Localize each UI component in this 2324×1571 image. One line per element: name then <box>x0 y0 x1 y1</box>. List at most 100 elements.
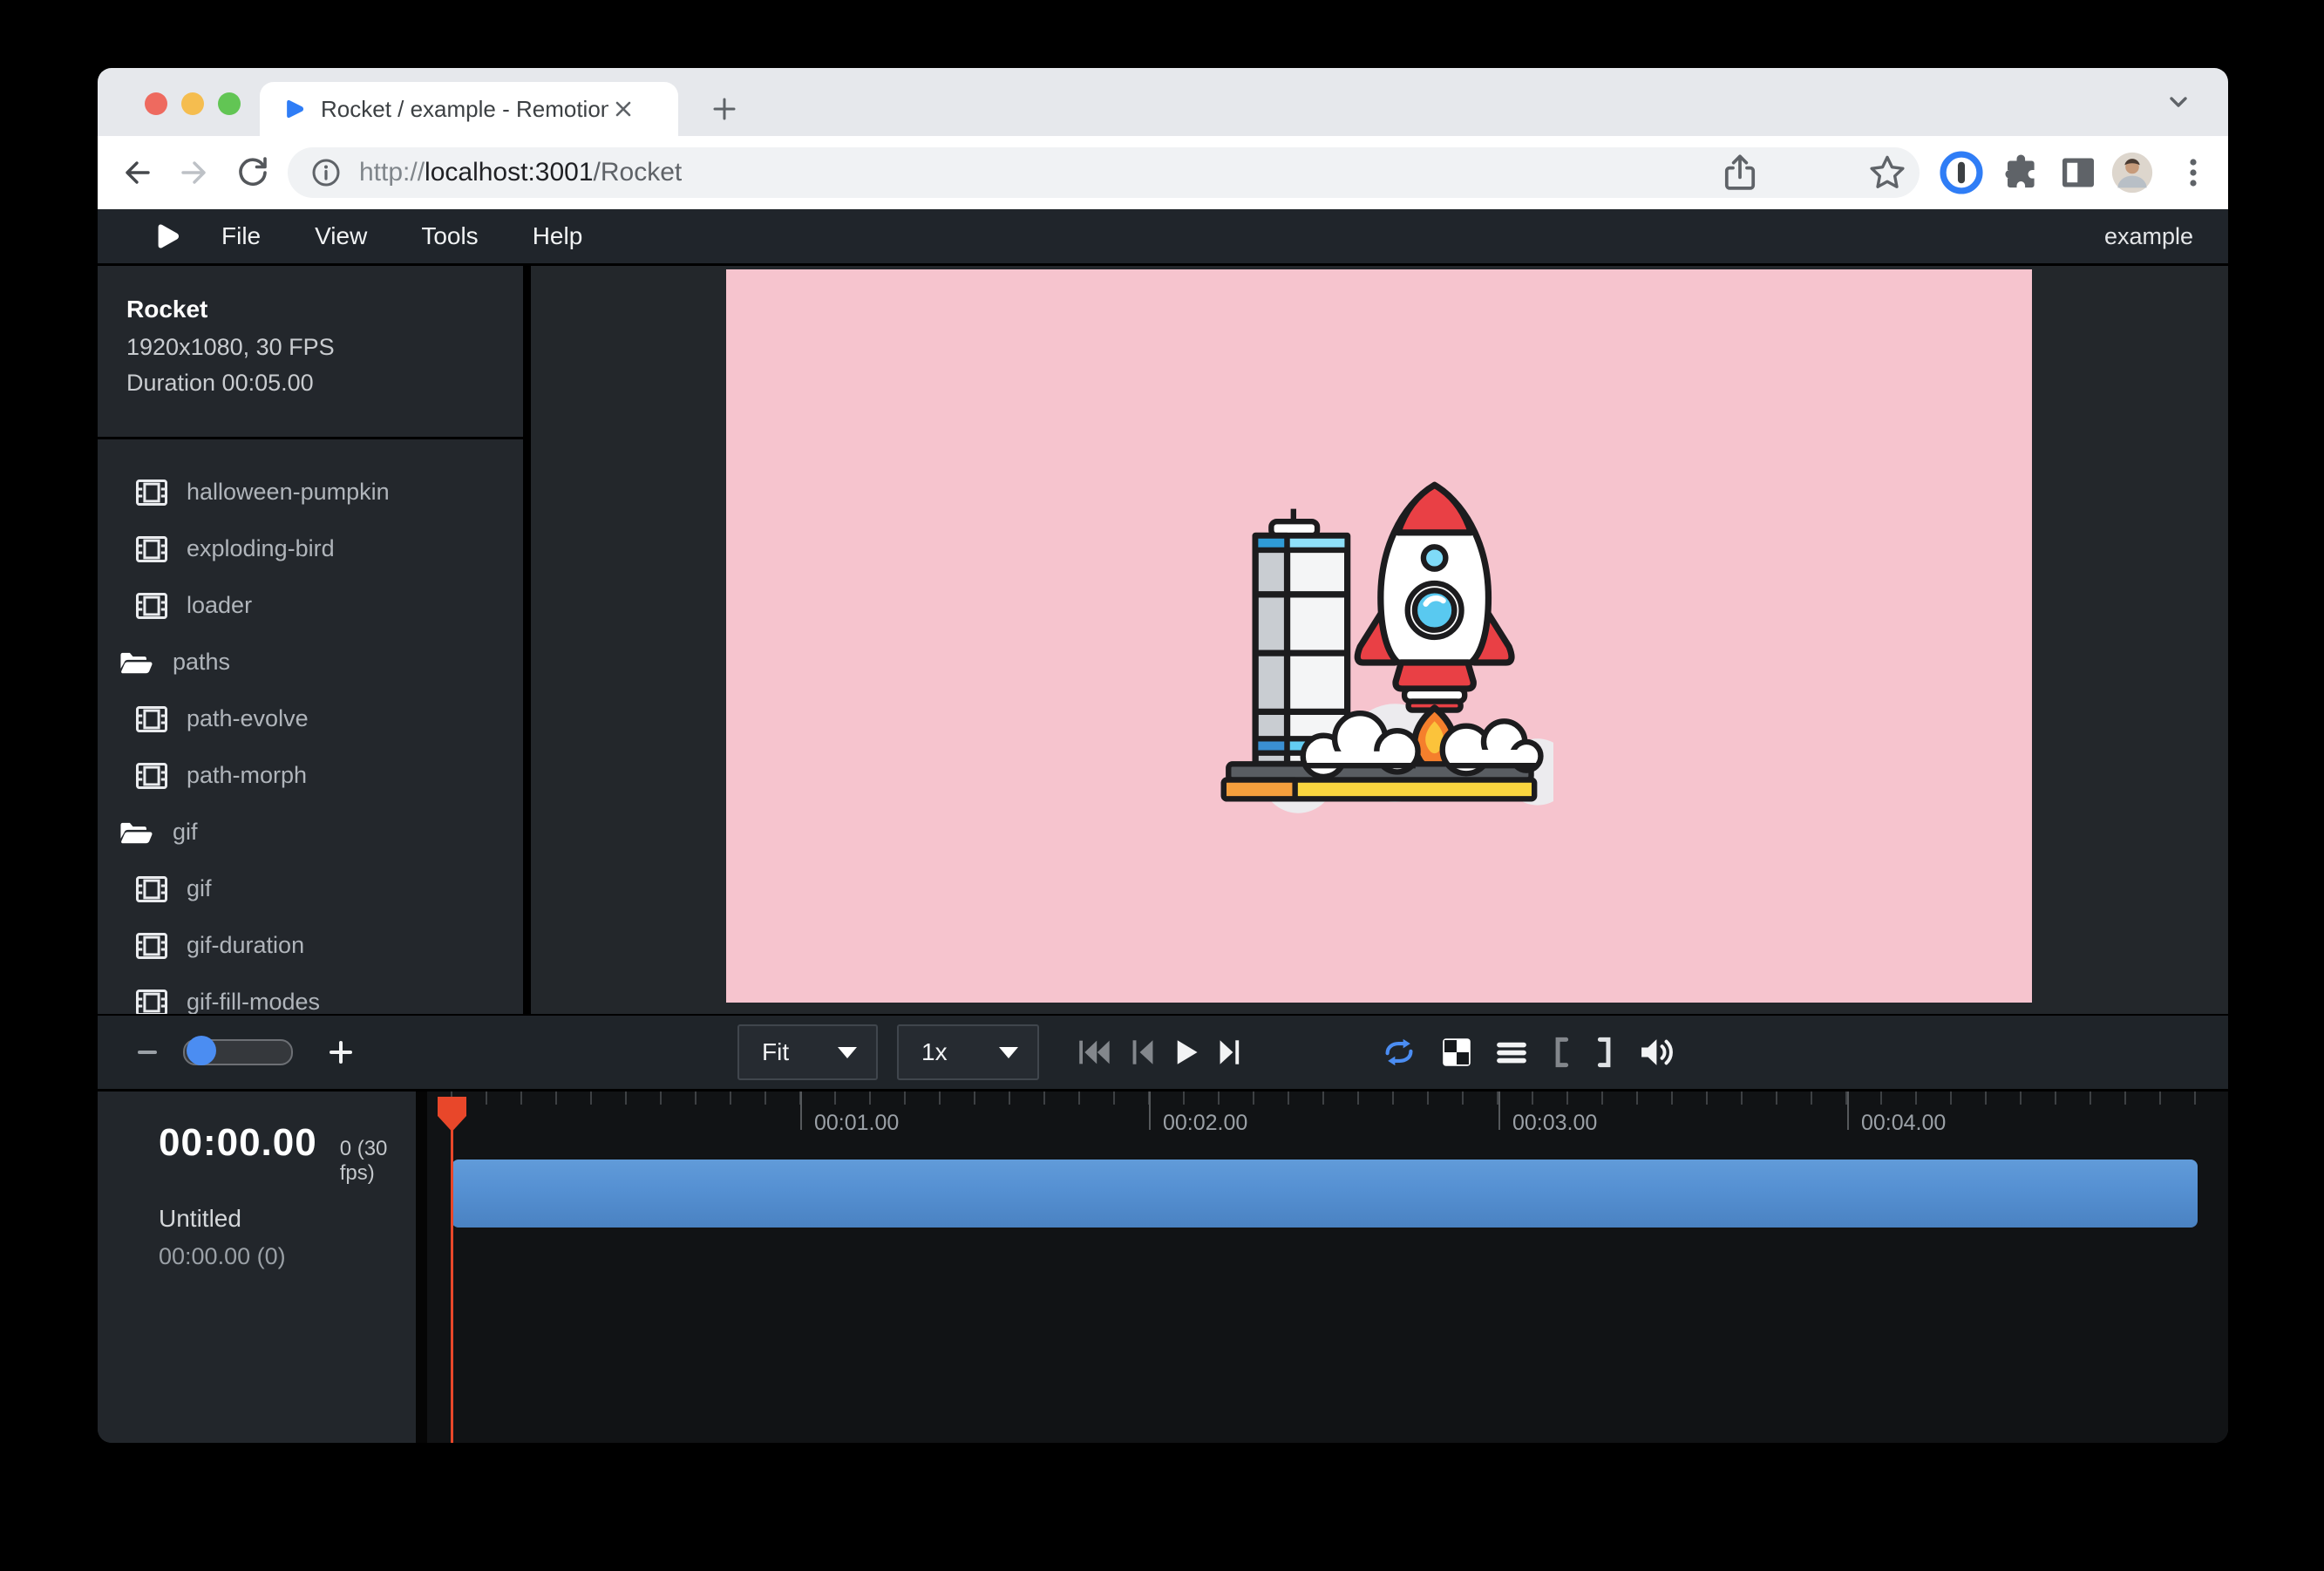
film-icon <box>136 706 167 732</box>
minimize-window-button[interactable] <box>181 92 204 115</box>
out-point-icon[interactable] <box>1595 1037 1614 1068</box>
fullscreen-window-button[interactable] <box>218 92 241 115</box>
tab-search-chevron-icon[interactable] <box>2164 89 2193 115</box>
compositions-sidebar: Rocket 1920x1080, 30 FPS Duration 00:05.… <box>98 266 523 1014</box>
loop-toggle-icon[interactable] <box>1381 1037 1417 1067</box>
browser-toolbar: http://localhost:3001/Rocket <box>98 136 2228 209</box>
composition-item[interactable]: gif <box>98 860 523 917</box>
play-icon[interactable] <box>1173 1038 1199 1066</box>
composition-item[interactable]: loader <box>98 577 523 634</box>
size-select-value: Fit <box>762 1038 838 1066</box>
composition-label: path-evolve <box>187 705 309 732</box>
ruler-label: 00:03.00 <box>1512 1111 1597 1136</box>
composition-item[interactable]: gif-duration <box>98 917 523 974</box>
remotion-logo-icon[interactable] <box>153 221 181 252</box>
reload-icon[interactable] <box>234 153 272 192</box>
playback-speed-select[interactable]: 1x <box>897 1016 1039 1089</box>
new-tab-button[interactable] <box>703 87 746 131</box>
profile-avatar[interactable] <box>2110 136 2155 209</box>
composition-item[interactable]: exploding-bird <box>98 520 523 577</box>
timeline-zoom-slider[interactable] <box>183 1039 293 1065</box>
url-scheme: http:// <box>359 158 425 187</box>
track-name: Untitled <box>159 1205 416 1233</box>
timeline-ruler[interactable] <box>451 1092 2228 1105</box>
menu-help[interactable]: Help <box>533 222 583 250</box>
previous-frame-icon[interactable] <box>1130 1038 1156 1066</box>
skip-to-start-icon[interactable] <box>1077 1038 1112 1066</box>
composition-resolution: 1920x1080, 30 FPS <box>126 334 523 361</box>
volume-icon[interactable] <box>1639 1036 1675 1069</box>
transparency-checkerboard-icon[interactable] <box>1442 1037 1471 1067</box>
remotion-favicon-icon <box>282 97 307 121</box>
composition-label: gif <box>187 875 212 902</box>
rocket-illustration <box>1205 458 1553 815</box>
in-point-icon[interactable] <box>1552 1037 1571 1068</box>
composition-duration: Duration 00:05.00 <box>126 370 523 397</box>
timeline-track-area[interactable]: 00:01.00 00:02.00 00:03.00 00:04.00 <box>427 1092 2228 1443</box>
playhead-line[interactable] <box>451 1098 453 1443</box>
zoom-slider-thumb[interactable] <box>187 1036 216 1065</box>
menu-view[interactable]: View <box>315 222 367 250</box>
back-icon[interactable] <box>120 153 155 192</box>
address-bar[interactable]: http://localhost:3001/Rocket <box>288 147 1920 198</box>
url-path: /Rocket <box>594 158 683 187</box>
film-icon <box>136 536 167 562</box>
browser-tab[interactable]: Rocket / example - Remotion P <box>260 82 678 136</box>
composition-label: gif-duration <box>187 932 304 959</box>
film-icon <box>136 990 167 1015</box>
share-button[interactable] <box>1721 136 1759 209</box>
bookmark-button[interactable] <box>1867 136 1907 209</box>
track-range: 00:00.00 (0) <box>159 1243 416 1270</box>
canvas-size-select[interactable]: Fit <box>737 1016 878 1089</box>
close-window-button[interactable] <box>145 92 167 115</box>
composition-item[interactable]: path-morph <box>98 747 523 804</box>
composition-item[interactable]: gif-fill-modes <box>98 974 523 1014</box>
avatar-icon <box>2110 150 2155 195</box>
site-info-icon[interactable] <box>309 155 343 190</box>
zoom-in-icon[interactable] <box>324 1036 357 1069</box>
share-icon <box>1721 152 1759 194</box>
composition-folder[interactable]: gif <box>98 804 523 860</box>
composition-info: Rocket 1920x1080, 30 FPS Duration 00:05.… <box>98 266 523 439</box>
puzzle-icon <box>2000 152 2042 194</box>
side-panel-button[interactable] <box>2057 136 2099 209</box>
composition-item[interactable]: path-evolve <box>98 690 523 747</box>
timeline-divider <box>416 1092 427 1443</box>
menu-file[interactable]: File <box>221 222 261 250</box>
composition-item[interactable]: halloween-pumpkin <box>98 464 523 520</box>
speed-select-value: 1x <box>921 1038 999 1066</box>
ruler-tick <box>800 1092 802 1130</box>
star-icon <box>1867 153 1907 193</box>
timeline-panel: 00:00.00 0 (30 fps) Untitled 00:00.00 (0… <box>98 1092 2228 1443</box>
film-icon <box>136 763 167 789</box>
tab-title: Rocket / example - Remotion P <box>321 96 608 123</box>
onepassword-extension-button[interactable] <box>1939 136 1984 209</box>
remotion-app: File View Tools Help example Rocket 1920… <box>98 209 2228 1443</box>
current-frame-info: 0 (30 fps) <box>340 1137 416 1186</box>
composition-label: path-morph <box>187 762 307 789</box>
player-controls-bar: Fit 1x <box>98 1014 2228 1092</box>
timeline-tracks-icon[interactable] <box>1496 1038 1527 1066</box>
menu-tools[interactable]: Tools <box>421 222 478 250</box>
three-dots-icon <box>2176 152 2211 194</box>
browser-menu-button[interactable] <box>2176 136 2211 209</box>
composition-list: halloween-pumpkin exploding-bird loader <box>98 439 523 1014</box>
film-icon <box>136 933 167 959</box>
extensions-button[interactable] <box>2000 136 2042 209</box>
folder-open-icon <box>119 820 153 846</box>
timeline-track-bar[interactable] <box>452 1160 2198 1228</box>
zoom-out-icon[interactable] <box>133 1037 162 1067</box>
ruler-tick <box>1149 1092 1151 1130</box>
forward-icon[interactable] <box>176 153 211 192</box>
folder-label: gif <box>173 819 198 846</box>
side-panel-icon <box>2057 152 2099 194</box>
next-frame-icon[interactable] <box>1217 1038 1243 1066</box>
playhead-handle[interactable] <box>438 1097 466 1132</box>
composition-canvas[interactable] <box>726 269 2032 1003</box>
composition-folder[interactable]: paths <box>98 634 523 690</box>
timeline-info-panel: 00:00.00 0 (30 fps) Untitled 00:00.00 (0… <box>98 1092 416 1443</box>
film-icon <box>136 876 167 902</box>
onepassword-icon <box>1939 150 1984 195</box>
tab-close-icon[interactable] <box>612 98 635 120</box>
film-icon <box>136 479 167 506</box>
